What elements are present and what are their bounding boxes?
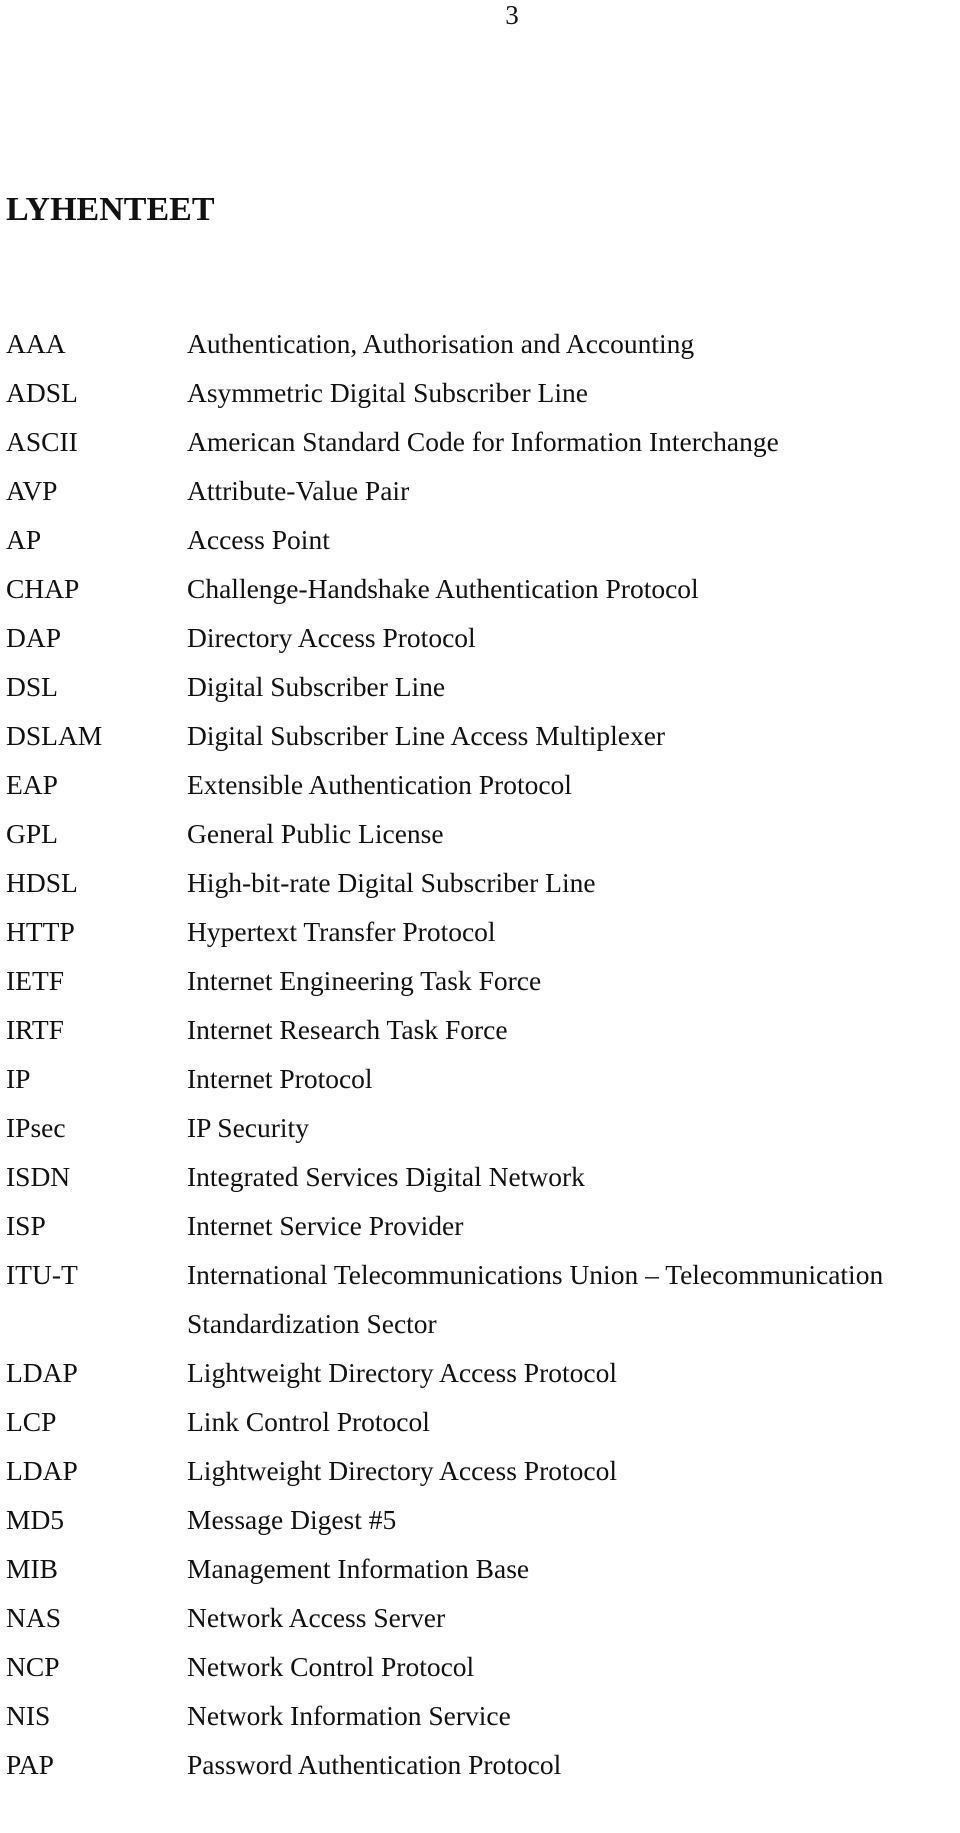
abbreviation-row: IP Internet Protocol [0, 1062, 960, 1111]
abbreviation-row: DAP Directory Access Protocol [0, 621, 960, 670]
abbreviation-definition: Link Control Protocol [187, 1406, 430, 1437]
abbreviation-row: GPL General Public License [0, 817, 960, 866]
abbreviation-definition: Internet Engineering Task Force [187, 965, 542, 996]
abbreviation-row: LDAP Lightweight Directory Access Protoco… [0, 1356, 960, 1405]
abbreviation: CHAP [6, 573, 80, 604]
abbreviation-definition: Network Control Protocol [187, 1651, 475, 1682]
abbreviation-definition: Hypertext Transfer Protocol [187, 916, 496, 947]
abbreviation-definition: Integrated Services Digital Network [187, 1161, 585, 1192]
abbreviation-row: NAS Network Access Server [0, 1601, 960, 1650]
abbreviation-definition: Challenge-Handshake Authentication Proto… [187, 573, 699, 604]
abbreviation-row: ISP Internet Service Provider [0, 1209, 960, 1258]
abbreviation: LCP [6, 1406, 57, 1437]
abbreviation-definition: Internet Protocol [187, 1063, 373, 1094]
abbreviation-definition-continued: Standardization Sector [187, 1308, 437, 1339]
abbreviation-definition: Message Digest #5 [187, 1504, 397, 1535]
abbreviation: LDAP [6, 1357, 78, 1388]
abbreviation-row: IPsec IP Security [0, 1111, 960, 1160]
abbreviation-definition: Lightweight Directory Access Protocol [187, 1455, 617, 1486]
abbreviation-definition: Network Access Server [187, 1602, 446, 1633]
abbreviation: DSL [6, 671, 58, 702]
abbreviation-definition: International Telecommunications Union –… [187, 1259, 884, 1290]
abbreviation-row: HTTP Hypertext Transfer Protocol [0, 915, 960, 964]
abbreviation: NCP [6, 1651, 60, 1682]
abbreviation-row: CHAP Challenge-Handshake Authentication P… [0, 572, 960, 621]
abbreviation-row: ADSL Asymmetric Digital Subscriber Line [0, 376, 960, 425]
abbreviation: DAP [6, 622, 62, 653]
abbreviation-definition: Extensible Authentication Protocol [187, 769, 572, 800]
abbreviation: MD5 [6, 1504, 65, 1535]
abbreviation-row: AP Access Point [0, 523, 960, 572]
abbreviation: NAS [6, 1602, 62, 1633]
abbreviation-row: NIS Network Information Service [0, 1699, 960, 1748]
abbreviation-row: DSLAM Digital Subscriber Line Access Mult… [0, 719, 960, 768]
abbreviation-definition: IP Security [187, 1112, 309, 1143]
abbreviation-row: MD5 Message Digest #5 [0, 1503, 960, 1552]
abbreviation: LDAP [6, 1455, 78, 1486]
abbreviation: MIB [6, 1553, 58, 1584]
abbreviation-definition: Digital Subscriber Line [187, 671, 446, 702]
abbreviation-row: NCP Network Control Protocol [0, 1650, 960, 1699]
abbreviation: IP [6, 1063, 31, 1094]
abbreviation-row: ISDN Integrated Services Digital Network [0, 1160, 960, 1209]
abbreviation: HTTP [6, 916, 75, 947]
abbreviation: ADSL [6, 377, 78, 408]
abbreviation: IRTF [6, 1014, 64, 1045]
abbreviation-definition: Directory Access Protocol [187, 622, 476, 653]
abbreviation-definition: Access Point [187, 524, 330, 555]
abbreviation: HDSL [6, 867, 78, 898]
abbreviation-row: ITU-T International Telecommunications Un… [0, 1258, 960, 1307]
abbreviation-list: AAA Authentication, Authorisation and Acc… [0, 327, 960, 1797]
abbreviation-row: ASCII American Standard Code for Informat… [0, 425, 960, 474]
abbreviation-row: HDSL High-bit-rate Digital Subscriber Lin… [0, 866, 960, 915]
abbreviation-definition: Management Information Base [187, 1553, 530, 1584]
abbreviation-definition: Asymmetric Digital Subscriber Line [187, 377, 588, 408]
abbreviation-definition: Lightweight Directory Access Protocol [187, 1357, 617, 1388]
abbreviation: ISDN [6, 1161, 71, 1192]
abbreviation: DSLAM [6, 720, 103, 751]
abbreviation-row: MIB Management Information Base [0, 1552, 960, 1601]
abbreviation-definition: Internet Research Task Force [187, 1014, 508, 1045]
abbreviation-definition: American Standard Code for Information I… [187, 426, 779, 457]
abbreviation: AAA [6, 328, 66, 359]
abbreviation-definition: Digital Subscriber Line Access Multiplex… [187, 720, 666, 751]
abbreviation-definition: High-bit-rate Digital Subscriber Line [187, 867, 596, 898]
abbreviation: AP [6, 524, 42, 555]
abbreviation: ISP [6, 1210, 46, 1241]
abbreviation-definition: Network Information Service [187, 1700, 511, 1731]
section-heading: LYHENTEET [6, 191, 215, 228]
abbreviation-row: AAA Authentication, Authorisation and Acc… [0, 327, 960, 376]
abbreviation-row: LCP Link Control Protocol [0, 1405, 960, 1454]
abbreviation-row: PAP Password Authentication Protocol [0, 1748, 960, 1797]
abbreviation: AVP [6, 475, 58, 506]
abbreviation-row: IRTF Internet Research Task Force [0, 1013, 960, 1062]
abbreviation-definition: Internet Service Provider [187, 1210, 464, 1241]
abbreviation-definition: General Public License [187, 818, 444, 849]
abbreviation-row: EAP Extensible Authentication Protocol [0, 768, 960, 817]
abbreviation-row: LDAP Lightweight Directory Access Protoco… [0, 1454, 960, 1503]
abbreviation-definition: Password Authentication Protocol [187, 1749, 562, 1780]
abbreviation-row-continuation: Standardization Sector [0, 1307, 960, 1356]
abbreviation: EAP [6, 769, 58, 800]
abbreviation: NIS [6, 1700, 51, 1731]
abbreviation: PAP [6, 1749, 54, 1780]
abbreviation: ASCII [6, 426, 78, 457]
page-number: 3 [505, 0, 519, 30]
abbreviation-definition: Attribute-Value Pair [187, 475, 410, 506]
abbreviation-row: AVP Attribute-Value Pair [0, 474, 960, 523]
abbreviation-definition: Authentication, Authorisation and Accoun… [187, 328, 695, 359]
abbreviation: GPL [6, 818, 58, 849]
abbreviation: IPsec [6, 1112, 66, 1143]
abbreviation: ITU-T [6, 1259, 78, 1290]
abbreviation-row: IETF Internet Engineering Task Force [0, 964, 960, 1013]
abbreviation-row: DSL Digital Subscriber Line [0, 670, 960, 719]
abbreviation: IETF [6, 965, 65, 996]
